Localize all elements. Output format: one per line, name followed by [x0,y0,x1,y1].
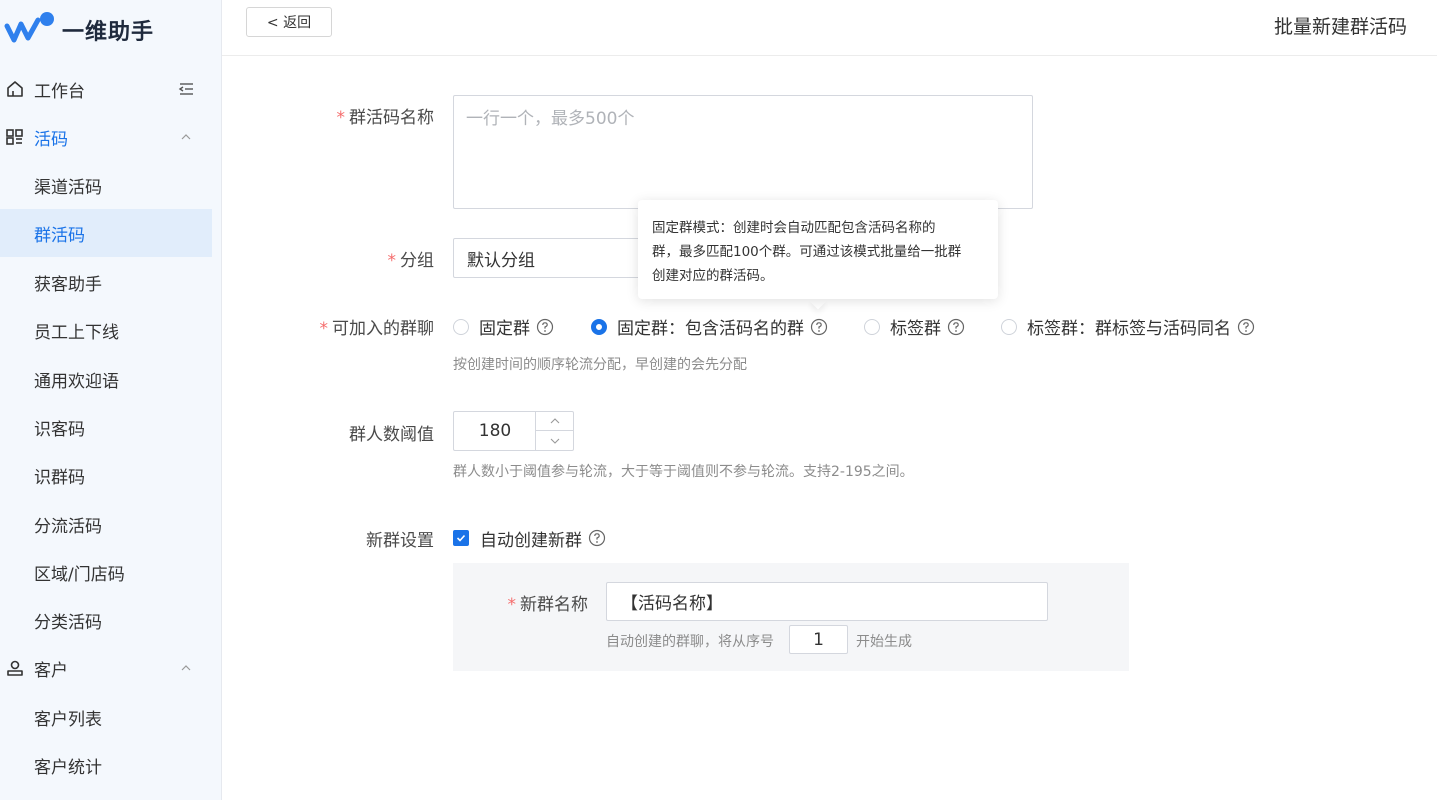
label-text: 分组 [400,251,434,271]
group-label: * 分组 [234,246,435,271]
help-icon[interactable] [1237,318,1255,336]
page-header: < 返回 批量新建群活码 [222,0,1437,56]
page-title: 批量新建群活码 [1273,16,1407,38]
radio-tag-group-name-match[interactable]: 标签群：群标签与活码同名 [1001,314,1255,339]
chat-type-label: * 可加入的群聊 [234,314,435,339]
sidebar-group-livecode[interactable]: 活码 [0,113,212,161]
threshold-value[interactable]: 180 [454,412,536,450]
grid-icon [6,129,23,145]
sidebar-item-label: 客户列表 [34,709,102,730]
collapse-menu-icon[interactable] [176,79,196,99]
new-group-label: 新群设置 [366,531,434,551]
radio-fixed-group-name-match[interactable]: 固定群：包含活码名的群 [591,314,828,339]
tooltip-line: 固定群模式：创建时会自动匹配包含活码名称的 [652,220,936,236]
help-icon[interactable] [947,318,965,336]
chevron-up-icon [550,418,560,424]
auto-create-checkbox-row[interactable]: 自动创建新群 [453,526,606,551]
sidebar-item-group-id-code[interactable]: 识群码 [0,451,212,499]
help-tooltip: 固定群模式：创建时会自动匹配包含活码名称的 群，最多匹配100个群。可通过该模式… [638,200,998,299]
brand-logo-icon [4,12,54,43]
code-name-textarea[interactable] [453,95,1033,209]
required-mark: * [336,108,346,128]
sidebar-item-workbench[interactable]: 工作台 [0,65,212,113]
new-group-name-label: * 新群名称 [388,590,589,615]
sidebar-item-label: 识客码 [34,419,85,440]
check-icon [456,534,466,542]
required-mark: * [319,319,329,339]
sidebar-item-region-store[interactable]: 区域/门店码 [0,548,212,596]
tooltip-line: 群，最多匹配100个群。可通过该模式批量给一批群 [652,244,962,260]
radio-circle[interactable] [591,318,607,335]
sidebar-item-label: 获客助手 [34,274,102,295]
sidebar-item-label: 区域/门店码 [34,564,125,585]
threshold-hint: 群人数小于阈值参与轮流，大于等于阈值则不参与轮流。支持2-195之间。 [453,464,914,480]
sidebar-item-label: 通用欢迎语 [34,371,119,392]
radio-tag-group[interactable]: 标签群 [864,314,965,339]
seq-suffix-text: 开始生成 [856,634,912,650]
radio-label: 固定群 [479,319,530,339]
home-icon [7,81,23,97]
brand-name: 一维助手 [62,20,155,45]
sidebar-item-customer-stats[interactable]: 客户统计 [0,741,212,789]
stepper-increase-button[interactable] [536,412,574,431]
label-text: 新群名称 [520,595,588,615]
radio-circle[interactable] [453,318,469,335]
seq-prefix-text: 自动创建的群聊，将从序号 [606,634,774,650]
sidebar-item-label: 工作台 [34,81,85,102]
help-icon[interactable] [810,318,828,336]
required-mark: * [387,251,397,271]
code-name-label: * 群活码名称 [234,103,435,128]
threshold-label: 群人数阈值 [349,425,434,445]
threshold-stepper[interactable]: 180 [453,411,574,451]
chevron-down-icon [550,438,560,444]
sidebar-item-label: 渠道活码 [34,177,102,198]
sidebar: 一维助手 工作台 活码 渠道活码 群活码 获客助手 员工上下线 通用欢迎语 识客… [0,0,222,800]
brand: 一维助手 [0,0,222,58]
sidebar-item-staff-online[interactable]: 员工上下线 [0,306,212,354]
checkbox-label: 自动创建新群 [480,530,582,551]
sidebar-item-customer-code[interactable]: 识客码 [0,403,212,451]
label-text: 群活码名称 [349,108,434,128]
sidebar-group-customer[interactable]: 客户 [0,644,212,692]
required-mark: * [507,595,517,615]
sidebar-item-label: 分流活码 [34,516,102,537]
sidebar-item-label: 员工上下线 [34,322,119,343]
sidebar-item-split-code[interactable]: 分流活码 [0,500,212,548]
back-button[interactable]: < 返回 [246,7,332,37]
radio-label: 固定群：包含活码名的群 [617,319,804,339]
radio-label: 标签群 [890,319,941,339]
auto-create-checkbox[interactable] [453,530,469,546]
chevron-up-icon [181,665,191,671]
tooltip-line: 创建对应的群活码。 [652,268,774,284]
sidebar-item-welcome[interactable]: 通用欢迎语 [0,355,212,403]
sidebar-item-acquisition[interactable]: 获客助手 [0,258,212,306]
sidebar-group-label: 活码 [34,129,68,150]
chat-type-hint: 按创建时间的顺序轮流分配，早创建的会先分配 [453,357,747,373]
sidebar-item-label: 分类活码 [34,612,102,633]
radio-fixed-group[interactable]: 固定群 [453,314,554,339]
sidebar-item-customer-list[interactable]: 客户列表 [0,693,212,741]
label-text: 可加入的群聊 [332,319,434,339]
group-select-value: 默认分组 [467,250,535,271]
stepper-buttons [535,412,574,450]
sidebar-item-label: 客户统计 [34,757,102,778]
group-select[interactable]: 默认分组 [453,238,653,278]
user-icon [7,660,23,676]
new-group-name-input[interactable]: 【活码名称】 [606,582,1048,621]
radio-circle[interactable] [1001,318,1017,335]
radio-label: 标签群：群标签与活码同名 [1027,319,1231,339]
chevron-up-icon [181,134,191,140]
sidebar-item-group-code[interactable]: 群活码 [0,209,212,257]
stepper-decrease-button[interactable] [536,431,574,450]
new-group-name-value: 【活码名称】 [621,594,723,614]
sidebar-item-category-code[interactable]: 分类活码 [0,596,212,644]
sidebar-item-label: 识群码 [34,467,85,488]
help-icon[interactable] [536,318,554,336]
seq-start-input[interactable]: 1 [789,625,848,654]
sidebar-group-label: 客户 [34,660,68,681]
sidebar-item-channel-code[interactable]: 渠道活码 [0,161,212,209]
radio-circle[interactable] [864,318,880,335]
sidebar-item-label: 群活码 [34,225,85,246]
help-icon[interactable] [588,529,606,547]
